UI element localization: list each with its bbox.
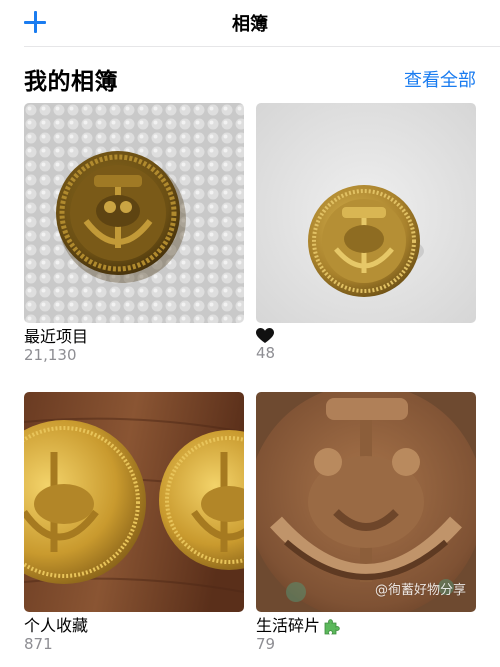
watermark: @徇蓄好物分享	[374, 583, 466, 598]
page-title: 相簿	[232, 14, 268, 35]
album-name: 个人收藏	[24, 616, 89, 635]
navigation-bar: 相簿	[0, 0, 500, 46]
album-life-fragments[interactable]: @徇蓄好物分享 生活碎片 79	[256, 392, 476, 653]
album-count: 48	[256, 344, 276, 362]
album-name: 生活碎片	[256, 617, 476, 635]
album-favorites[interactable]: 48	[256, 103, 476, 362]
brass-button-photo-3	[24, 392, 244, 612]
album-count: 21,130	[24, 346, 77, 364]
brass-button-photo-2	[256, 103, 476, 323]
section-title: 我的相簿	[24, 69, 118, 95]
see-all-link[interactable]: 查看全部	[404, 66, 476, 92]
album-count: 79	[256, 635, 276, 653]
puzzle-piece-icon	[324, 619, 340, 635]
album-recents[interactable]: 最近项目 21,130	[24, 103, 244, 364]
album-count: 871	[24, 635, 53, 653]
album-name	[256, 328, 476, 344]
album-thumbnail[interactable]: @徇蓄好物分享	[256, 392, 476, 612]
nav-divider	[24, 46, 500, 47]
album-thumbnail[interactable]	[256, 103, 476, 323]
album-thumbnail[interactable]	[24, 103, 244, 323]
black-heart-icon	[256, 328, 274, 343]
album-name: 最近项目	[24, 327, 89, 346]
album-thumbnail[interactable]	[24, 392, 244, 612]
brass-button-photo-1	[24, 103, 244, 323]
album-personal[interactable]: 个人收藏 871	[24, 392, 244, 653]
album-name-text: 生活碎片	[256, 616, 321, 635]
